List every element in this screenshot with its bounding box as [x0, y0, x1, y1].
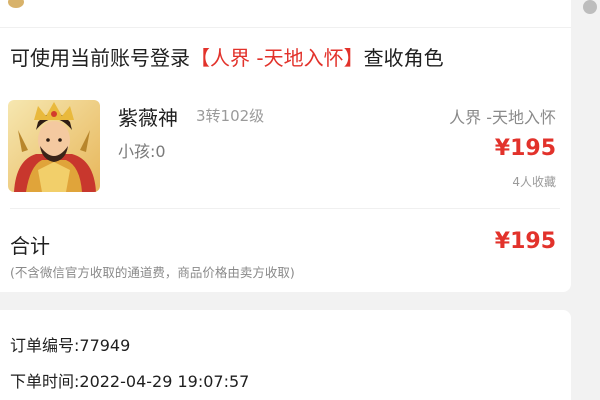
shop-icon [8, 0, 24, 8]
side-avatar-icon [583, 0, 597, 14]
divider [10, 208, 560, 209]
character-name: 紫薇神 [118, 106, 178, 130]
character-portrait-icon [8, 100, 100, 192]
favorite-count: 4人收藏 [512, 175, 556, 189]
total-label: 合计 [10, 234, 50, 258]
character-level: 3转102级 [196, 107, 265, 125]
login-prefix: 可使用当前账号登录 [10, 46, 190, 70]
total-price: ¥195 [494, 229, 556, 254]
order-info-card: 订单编号:77949 下单时间:2022-04-29 19:07:57 [0, 310, 571, 400]
login-suffix: 查收角色 [363, 46, 444, 70]
order-time: 下单时间:2022-04-29 19:07:57 [10, 372, 250, 391]
fee-note: (不含微信官方收取的通道费，商品价格由卖方收取) [10, 265, 295, 280]
order-number[interactable]: 订单编号:77949 [10, 332, 130, 356]
character-server: 人界 -天地入怀 [449, 108, 556, 127]
character-children: 小孩:0 [118, 142, 166, 161]
login-server: 【人界 -天地入怀】 [190, 46, 364, 70]
character-avatar[interactable] [8, 100, 100, 192]
card-header-strip [0, 0, 571, 28]
item-price: ¥195 [494, 136, 556, 161]
order-item-card: 可使用当前账号登录【人界 -天地入怀】查收角色 紫薇神 3转102级 小孩:0 … [0, 0, 571, 292]
login-instruction: 可使用当前账号登录【人界 -天地入怀】查收角色 [10, 42, 444, 71]
